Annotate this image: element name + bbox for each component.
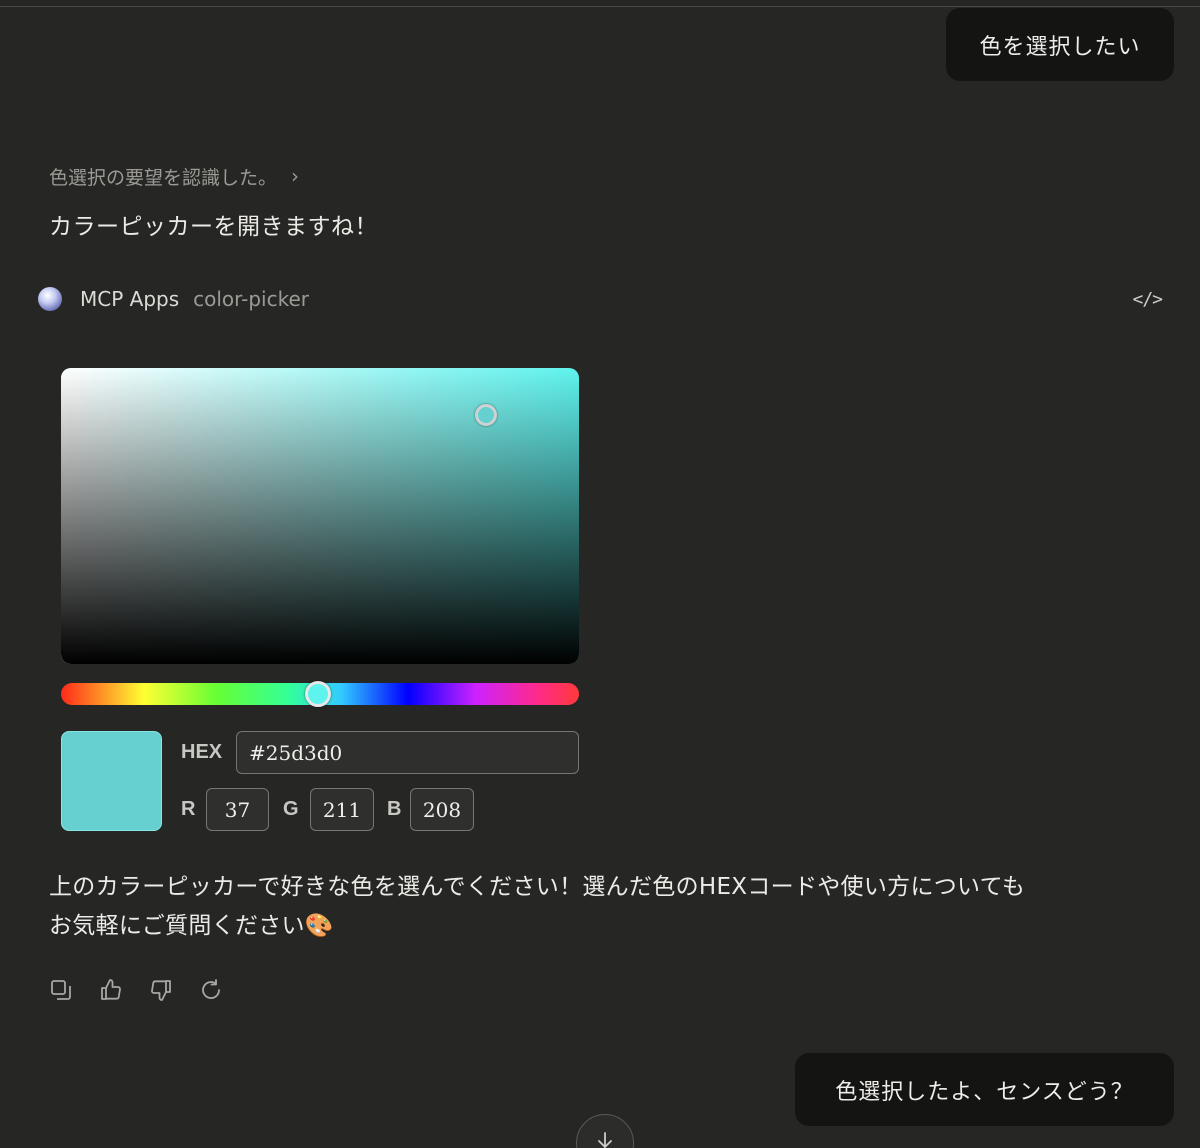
color-area-handle[interactable] <box>474 404 497 427</box>
thumbs-up-button[interactable] <box>98 976 124 1004</box>
hex-input[interactable] <box>236 731 579 774</box>
top-divider <box>0 6 1200 7</box>
g-label: G <box>283 798 299 820</box>
message-actions <box>48 976 224 1004</box>
code-view-icon[interactable]: </> <box>1132 289 1162 310</box>
retry-icon <box>202 979 220 999</box>
hue-slider-handle[interactable] <box>305 681 332 707</box>
user-message-bubble: 色選択したよ、センスどう？ <box>795 1053 1174 1126</box>
user-message-bubble: 色を選択したい <box>946 8 1174 81</box>
thumbs-down-icon <box>151 980 171 1001</box>
copy-button[interactable] <box>48 976 74 1004</box>
arrow-down-icon <box>598 1132 612 1148</box>
scroll-down-button[interactable] <box>576 1114 634 1148</box>
saturation-value-area[interactable] <box>61 368 579 664</box>
hue-slider[interactable] <box>61 681 579 707</box>
copy-icon <box>51 980 71 1000</box>
tool-subtitle: color-picker <box>193 287 309 311</box>
hex-label: HEX <box>181 741 223 763</box>
user-message-text: 色を選択したい <box>979 34 1141 60</box>
green-input[interactable] <box>310 788 374 831</box>
tool-name: MCP Apps <box>80 287 180 311</box>
chevron-right-icon: › <box>291 164 300 188</box>
red-input[interactable] <box>206 788 269 831</box>
blue-input[interactable] <box>410 788 474 831</box>
tool-header: MCP Apps color-picker </> <box>38 282 1163 316</box>
thinking-summary-toggle[interactable]: 色選択の要望を認識した。 › <box>49 160 299 192</box>
user-message-text: 色選択したよ、センスどう？ <box>835 1079 1134 1105</box>
thumbs-up-icon <box>101 979 121 1000</box>
assistant-outro-text: 上のカラーピッカーで好きな色を選んでください！選んだ色のHEXコードや使い方につ… <box>49 868 1149 946</box>
chat-page: 色を選択したい 色選択の要望を認識した。 › カラーピッカーを開きますね！ MC… <box>0 0 1200 1148</box>
mcp-app-icon <box>38 287 62 311</box>
thumbs-down-button[interactable] <box>148 976 174 1004</box>
retry-button[interactable] <box>198 976 224 1004</box>
assistant-outro-line: お気軽にご質問ください🎨 <box>49 913 334 939</box>
assistant-intro-text: カラーピッカーを開きますね！ <box>49 214 378 240</box>
value-gradient <box>61 368 579 664</box>
selected-color-swatch <box>61 731 162 831</box>
b-label: B <box>387 798 402 820</box>
thinking-summary-text: 色選択の要望を認識した。 <box>49 166 278 189</box>
assistant-outro-line: 上のカラーピッカーで好きな色を選んでください！選んだ色のHEXコードや使い方につ… <box>49 874 1026 900</box>
r-label: R <box>181 798 196 820</box>
